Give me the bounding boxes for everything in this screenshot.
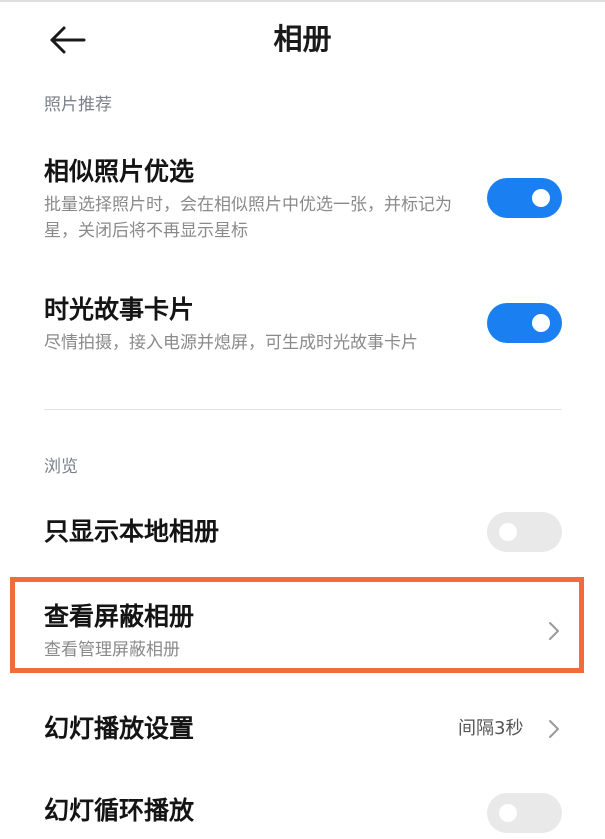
toggle-knob xyxy=(532,314,550,332)
highlight-box xyxy=(10,577,584,673)
setting-title: 相似照片优选 xyxy=(44,157,195,186)
setting-slideshow-loop[interactable]: 幻灯循环播放 xyxy=(0,788,605,839)
section-divider xyxy=(44,409,562,410)
setting-title: 幻灯循环播放 xyxy=(44,796,195,825)
setting-local-albums-only[interactable]: 只显示本地相册 xyxy=(0,505,605,560)
toggle-knob xyxy=(532,189,550,207)
section-label-photo-recommend: 照片推荐 xyxy=(44,95,112,115)
setting-subtitle: 批量选择照片时，会在相似照片中优选一张，并标记为星，关闭后将不再显示星标 xyxy=(44,195,452,241)
setting-title: 只显示本地相册 xyxy=(44,517,220,546)
setting-subtitle: 尽情拍摄，接入电源并熄屏，可生成时光故事卡片 xyxy=(44,333,418,353)
slideshow-interval-value: 间隔3秒 xyxy=(458,718,524,739)
time-story-cards-toggle[interactable] xyxy=(487,303,562,343)
local-albums-only-toggle[interactable] xyxy=(487,512,562,552)
setting-title: 时光故事卡片 xyxy=(44,295,195,324)
toggle-knob xyxy=(499,804,517,822)
similar-photos-toggle[interactable] xyxy=(487,178,562,218)
setting-similar-photos[interactable]: 相似照片优选 批量选择照片时，会在相似照片中优选一张，并标记为星，关闭后将不再显… xyxy=(0,150,605,255)
setting-time-story-cards[interactable]: 时光故事卡片 尽情拍摄，接入电源并熄屏，可生成时光故事卡片 xyxy=(0,290,605,370)
setting-slideshow[interactable]: 幻灯播放设置 间隔3秒 xyxy=(0,705,605,755)
setting-title: 幻灯播放设置 xyxy=(44,714,195,743)
section-label-browse: 浏览 xyxy=(44,457,78,477)
chevron-right-icon xyxy=(547,718,561,740)
app-header: 相册 xyxy=(0,0,605,80)
toggle-knob xyxy=(499,523,517,541)
slideshow-loop-toggle[interactable] xyxy=(487,793,562,833)
page-title: 相册 xyxy=(273,22,332,56)
